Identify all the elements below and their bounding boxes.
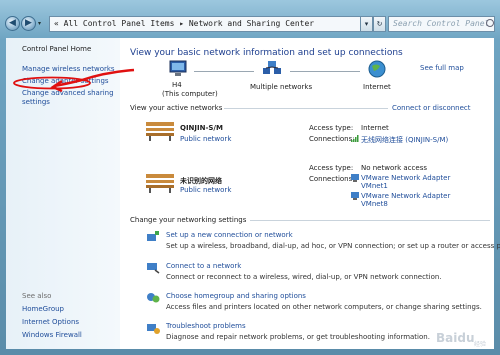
connect-network-link[interactable]: Connect to a network bbox=[166, 262, 241, 270]
network-2-type-link[interactable]: Public network bbox=[180, 186, 231, 194]
recent-pages-arrow[interactable]: ▾ bbox=[38, 20, 41, 27]
connect-network-desc: Connect or reconnect to a wireless, wire… bbox=[166, 273, 442, 281]
page-title: View your basic network information and … bbox=[130, 48, 403, 58]
network-1-type-link[interactable]: Public network bbox=[180, 135, 231, 143]
windows-firewall-link[interactable]: Windows Firewall bbox=[22, 331, 82, 340]
address-bar[interactable]: « All Control Panel Items ▸ Network and … bbox=[49, 16, 369, 32]
svg-text:Baidu: Baidu bbox=[436, 331, 475, 345]
network-adapter-icon bbox=[351, 174, 359, 182]
computer-sub: (This computer) bbox=[162, 90, 218, 98]
svg-text:经验: 经验 bbox=[474, 340, 486, 348]
internet-globe-icon bbox=[368, 60, 386, 78]
internet-label: Internet bbox=[363, 83, 391, 91]
baidu-watermark: Baidu 经验 bbox=[436, 331, 486, 348]
network-2-connections-label: Connections: bbox=[309, 175, 355, 183]
search-input[interactable]: Search Control Panel bbox=[388, 16, 495, 32]
troubleshoot-icon bbox=[147, 324, 160, 334]
back-button[interactable]: ◀ bbox=[5, 16, 20, 31]
window-frame: ◀ ▶ ▾ « All Control Panel Items ▸ Networ… bbox=[0, 0, 500, 355]
network-1-access-value: Internet bbox=[361, 124, 389, 132]
setup-connection-link[interactable]: Set up a new connection or network bbox=[166, 231, 293, 239]
wireless-signal-icon bbox=[351, 135, 359, 142]
see-full-map-link[interactable]: See full map bbox=[420, 64, 464, 72]
internet-options-link[interactable]: Internet Options bbox=[22, 318, 79, 327]
search-icon[interactable] bbox=[486, 19, 494, 27]
network-2-access-label: Access type: bbox=[309, 164, 354, 172]
computer-name: H4 bbox=[172, 81, 182, 89]
network-adapter-icon bbox=[351, 192, 359, 200]
network-2-name: 未识别的网络 bbox=[180, 177, 222, 185]
address-dropdown-button[interactable]: ▾ bbox=[360, 16, 373, 32]
main-content: View your basic network information and … bbox=[120, 38, 500, 349]
settings-heading: Change your networking settings bbox=[130, 216, 247, 224]
network-2-connection-link-1[interactable]: VMware Network Adapter VMnet1 bbox=[361, 174, 451, 190]
setup-connection-desc: Set up a wireless, broadband, dial-up, a… bbox=[166, 242, 500, 250]
homegroup-sharing-desc: Access files and printers located on oth… bbox=[166, 303, 482, 311]
computer-icon bbox=[169, 60, 187, 76]
title-bar: ◀ ▶ ▾ « All Control Panel Items ▸ Networ… bbox=[0, 0, 500, 38]
multiple-networks-label: Multiple networks bbox=[250, 83, 313, 91]
network-1-name: QINJIN-S/M bbox=[180, 124, 223, 132]
park-bench-icon bbox=[146, 174, 174, 193]
homegroup-sharing-link[interactable]: Choose homegroup and sharing options bbox=[166, 292, 306, 300]
network-2-access-value: No network access bbox=[361, 164, 427, 172]
network-1-access-label: Access type: bbox=[309, 124, 354, 132]
network-1-connections-label: Connections: bbox=[309, 135, 355, 143]
see-also-heading: See also bbox=[22, 292, 52, 300]
refresh-button[interactable]: ↻ bbox=[373, 16, 386, 32]
homegroup-link[interactable]: HomeGroup bbox=[22, 305, 64, 314]
connect-network-icon bbox=[147, 263, 160, 274]
troubleshoot-desc: Diagnose and repair network problems, or… bbox=[166, 333, 430, 341]
homegroup-icon bbox=[147, 293, 160, 303]
troubleshoot-link[interactable]: Troubleshoot problems bbox=[166, 322, 246, 330]
client-area: Control Panel Home Manage wireless netwo… bbox=[6, 38, 500, 349]
connect-disconnect-link[interactable]: Connect or disconnect bbox=[392, 104, 471, 112]
network-2-connection-link-2[interactable]: VMware Network Adapter VMnet8 bbox=[361, 192, 451, 208]
network-1-connection-link[interactable]: 无线网络连接 (QINJIN-S/M) bbox=[361, 135, 448, 145]
red-annotation-arrow bbox=[13, 68, 135, 93]
new-connection-icon bbox=[147, 231, 159, 241]
forward-button[interactable]: ▶ bbox=[21, 16, 36, 31]
multiple-networks-icon bbox=[263, 61, 281, 74]
park-bench-icon bbox=[146, 122, 174, 141]
